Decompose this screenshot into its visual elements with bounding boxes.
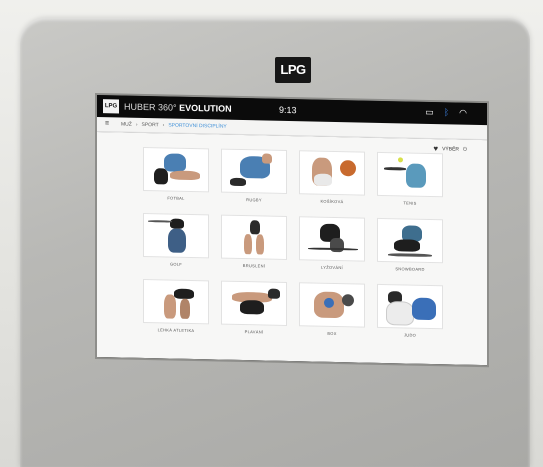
sport-tile-judo[interactable]: JUDO: [376, 283, 444, 343]
breadcrumb-item-1[interactable]: MUŽ: [121, 122, 132, 128]
touch-screen: LPG HUBER 360° EVOLUTION 9:13 ▭ ᛒ ◠ ≡ MU…: [97, 95, 487, 366]
sport-tile-kosikova[interactable]: KOŠÍKOVÁ: [298, 150, 366, 209]
tile-label: BRUSLENÍ: [242, 263, 266, 269]
tile-label: BOX: [327, 330, 337, 337]
bluetooth-icon[interactable]: ᛒ: [444, 107, 449, 118]
main-content: ♥ VÝBĚR ⏻ FOTBAL RUGBY KOŠÍKOVÁ TENIS GO…: [97, 132, 487, 366]
tile-label: FOTBAL: [167, 195, 185, 201]
photo-golf: [143, 212, 209, 259]
photo-brusleni: [221, 214, 287, 260]
tile-label: LYŽOVÁNÍ: [321, 264, 343, 271]
tile-label: TENIS: [403, 200, 417, 206]
photo-fotbal: [143, 146, 209, 193]
wifi-icon[interactable]: ◠: [459, 108, 467, 119]
status-icons: ▭ ᛒ ◠: [425, 107, 467, 119]
photo-tenis: [377, 151, 443, 198]
breadcrumb-separator: ›: [162, 122, 165, 129]
sport-tile-plavani[interactable]: PLAVÁNÍ: [220, 280, 288, 340]
photo-lehka-atletika: [143, 278, 209, 325]
tile-label: PLAVÁNÍ: [244, 329, 264, 335]
app-logo: LPG: [103, 99, 119, 114]
sport-tile-golf[interactable]: GOLF: [142, 212, 210, 272]
sport-tile-fotbal[interactable]: FOTBAL: [142, 146, 210, 206]
photo-kosikova: [299, 150, 365, 196]
lpg-logo: LPG: [275, 57, 311, 83]
breadcrumb-item-2[interactable]: SPORT: [142, 122, 159, 128]
sport-tile-lehka-atletika[interactable]: LEHKÁ ATLETIKA: [142, 278, 210, 338]
sport-tile-tenis[interactable]: TENIS: [376, 151, 444, 211]
tile-label: RUGBY: [246, 197, 262, 203]
breadcrumb-item-3: SPORTOVNÍ DISCIPLÍNY: [168, 122, 227, 130]
app-title-strong: EVOLUTION: [179, 102, 232, 114]
select-button[interactable]: VÝBĚR: [442, 146, 459, 152]
sport-tile-rugby[interactable]: RUGBY: [220, 148, 288, 208]
sport-grid: FOTBAL RUGBY KOŠÍKOVÁ TENIS GOLF BRUSLEN…: [142, 146, 444, 343]
tile-label: SNOWBOARD: [395, 266, 425, 272]
power-icon[interactable]: ⏻: [463, 146, 467, 152]
heart-icon[interactable]: ♥: [433, 144, 438, 153]
clock: 9:13: [279, 104, 297, 116]
tile-label: JUDO: [403, 332, 417, 338]
breadcrumb-separator: ›: [135, 121, 138, 128]
photo-rugby: [221, 148, 287, 194]
screen-icon[interactable]: ▭: [425, 107, 434, 118]
photo-box: [299, 282, 365, 328]
sport-tile-box[interactable]: BOX: [298, 282, 366, 341]
tile-label: GOLF: [169, 261, 183, 267]
photo-lyzovani: [299, 216, 365, 262]
app-title-prefix: HUBER 360°: [124, 101, 177, 113]
sport-tile-lyzovani[interactable]: LYŽOVÁNÍ: [298, 216, 366, 275]
photo-scene: LPG LPG HUBER 360° EVOLUTION 9:13 ▭ ᛒ ◠ …: [0, 0, 543, 467]
menu-icon[interactable]: ≡: [105, 120, 109, 127]
app-title: HUBER 360° EVOLUTION: [124, 102, 232, 114]
photo-plavani: [221, 280, 287, 326]
tile-label: KOŠÍKOVÁ: [320, 198, 344, 205]
photo-snowboard: [377, 217, 443, 264]
sport-tile-brusleni[interactable]: BRUSLENÍ: [220, 214, 288, 274]
photo-judo: [377, 283, 443, 330]
sport-tile-snowboard[interactable]: SNOWBOARD: [376, 217, 444, 277]
breadcrumb: MUŽ › SPORT › SPORTOVNÍ DISCIPLÍNY: [121, 122, 227, 130]
tile-label: LEHKÁ ATLETIKA: [157, 327, 195, 334]
